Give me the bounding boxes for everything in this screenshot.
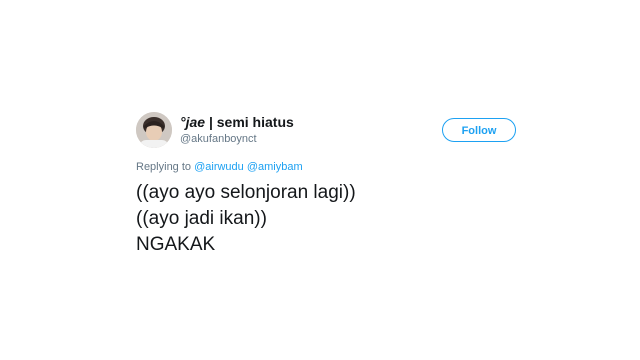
user-handle[interactable]: @akufanboynct [180,133,257,145]
tweet-line: ((ayo ayo selonjoran lagi)) [136,182,356,203]
tweet-line: ((ayo jadi ikan)) [136,208,267,229]
tweet-text: ((ayo ayo selonjoran lagi)) ((ayo jadi i… [136,180,356,258]
mention-link[interactable]: @amiybam [247,161,303,173]
avatar-image [136,112,172,148]
display-name-rest: | semi hiatus [205,114,294,130]
replying-to: Replying to @airwudu @amiybam [136,161,303,173]
display-name[interactable]: °jae | semi hiatus [180,114,294,130]
tweet-card: °jae | semi hiatus @akufanboynct Follow … [0,0,640,360]
mention-link[interactable]: @airwudu [194,161,244,173]
follow-button[interactable]: Follow [442,118,516,142]
avatar[interactable] [136,112,172,148]
tweet-line: NGAKAK [136,234,216,255]
replying-to-label: Replying to [136,161,195,173]
display-name-styled: °jae [180,114,206,130]
